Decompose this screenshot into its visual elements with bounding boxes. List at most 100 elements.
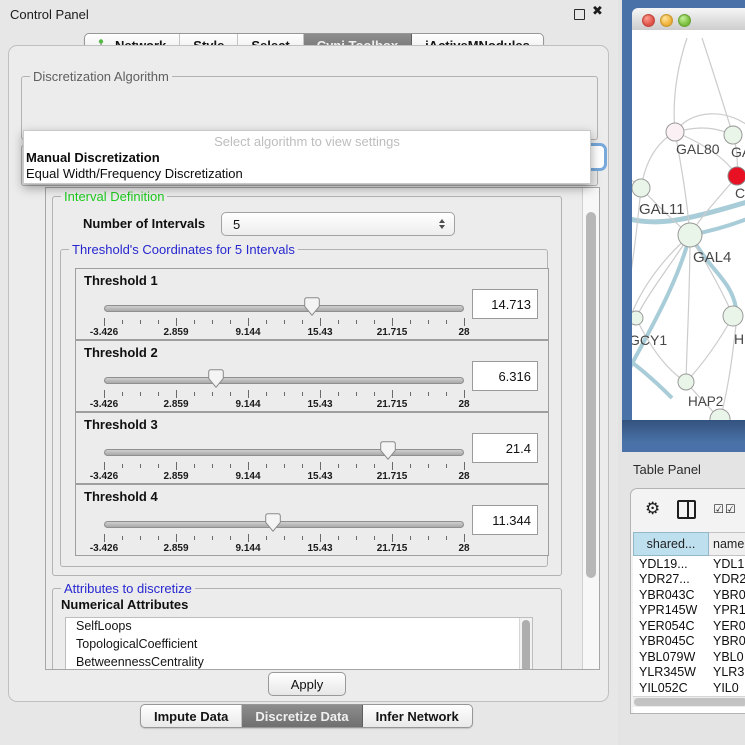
table-row[interactable]: YBR043C YBR0 <box>633 587 745 603</box>
tick-mark <box>356 536 357 540</box>
attributes-scrollbar[interactable] <box>519 618 532 670</box>
cell-name[interactable]: YPR1 <box>709 603 745 617</box>
node-gal4[interactable] <box>678 223 702 247</box>
select-checks[interactable]: ☑ ☑ <box>713 502 736 516</box>
cell-name[interactable]: YDL1 <box>709 557 745 571</box>
columns-icon[interactable] <box>677 500 696 519</box>
table-row[interactable]: YER054C YER0 <box>633 618 745 634</box>
checkbox-icon[interactable]: ☑ <box>725 502 736 516</box>
tick-mark <box>194 464 195 468</box>
attribute-list-item[interactable]: SelfLoops <box>66 618 532 636</box>
column-header-shared-name[interactable]: shared... <box>633 532 709 556</box>
tick-mark <box>446 536 447 540</box>
close-icon[interactable]: ✖ <box>592 4 603 19</box>
table-rows: YDL19... YDL1 YDR27... YDR2 YBR043C YBR0… <box>633 556 745 713</box>
node-hap2[interactable] <box>678 374 694 390</box>
slider-track[interactable] <box>104 377 464 384</box>
cell-name[interactable]: YIL0 <box>709 681 745 695</box>
popup-option-manual-discretization[interactable]: Manual Discretization <box>26 150 160 165</box>
slider-thumb[interactable] <box>304 297 320 316</box>
table-row[interactable]: YDL19... YDL1 <box>633 556 745 572</box>
slider-thumb[interactable] <box>208 369 224 388</box>
tab-infer-network[interactable]: Infer Network <box>363 705 472 727</box>
apply-button[interactable]: Apply <box>268 672 346 696</box>
table-row[interactable]: YDR27... YDR2 <box>633 572 745 588</box>
settings-scrollbar-thumb[interactable] <box>586 212 596 578</box>
cell-shared-name[interactable]: YPR145W <box>633 603 709 617</box>
cell-shared-name[interactable]: YBR043C <box>633 588 709 602</box>
table-hscrollbar-thumb[interactable] <box>634 698 745 706</box>
tick-mark <box>212 536 213 540</box>
network-canvas[interactable]: GAL80 GA C GAL11 GAL4 GCY1 H HAP2 <box>632 30 745 420</box>
bottom-tabbar: Impute Data Discretize Data Infer Networ… <box>140 704 473 728</box>
threshold-slider[interactable]: -3.4262.8599.14415.4321.71528 <box>104 435 464 481</box>
column-header-name[interactable]: name <box>709 532 745 556</box>
table-header: shared... name <box>633 532 745 556</box>
tab-impute-data[interactable]: Impute Data <box>141 705 242 727</box>
float-window-icon[interactable] <box>574 9 585 20</box>
slider-track[interactable] <box>104 521 464 528</box>
attributes-scrollbar-thumb[interactable] <box>522 620 530 670</box>
node-gal11[interactable] <box>632 179 650 197</box>
slider-ticks <box>104 318 464 326</box>
table-row[interactable]: YBL079W YBL0 <box>633 649 745 665</box>
node-h[interactable] <box>723 306 743 326</box>
slider-thumb[interactable] <box>380 441 396 460</box>
threshold-value-field[interactable]: 11.344 <box>472 505 538 535</box>
tick-mark <box>320 390 321 398</box>
table-row[interactable]: YPR145W YPR1 <box>633 603 745 619</box>
zoom-traffic-light-icon[interactable] <box>678 14 691 27</box>
threshold-slider[interactable]: -3.4262.8599.14415.4321.71528 <box>104 507 464 553</box>
threshold-value-field[interactable]: 21.4 <box>472 433 538 463</box>
close-traffic-light-icon[interactable] <box>642 14 655 27</box>
slider-track[interactable] <box>104 305 464 312</box>
attribute-list-item[interactable]: BetweennessCentrality <box>66 654 532 670</box>
cell-shared-name[interactable]: YLR345W <box>633 665 709 679</box>
cell-shared-name[interactable]: YDR27... <box>633 572 709 586</box>
cell-name[interactable]: YBR0 <box>709 634 745 648</box>
table-row[interactable]: YBR045C YBR0 <box>633 634 745 650</box>
cell-name[interactable]: YBR0 <box>709 588 745 602</box>
tick-mark <box>338 536 339 540</box>
table-row[interactable]: YLR345W YLR3 <box>633 665 745 681</box>
label-h: H <box>734 331 744 347</box>
checkbox-icon[interactable]: ☑ <box>713 502 724 516</box>
popup-option-equal-width-frequency[interactable]: Equal Width/Frequency Discretization <box>26 166 243 181</box>
threshold-value-field[interactable]: 14.713 <box>472 289 538 319</box>
slider-track[interactable] <box>104 449 464 456</box>
cell-name[interactable]: YLR3 <box>709 665 745 679</box>
cell-name[interactable]: YBL0 <box>709 650 745 664</box>
combo-stepper-icon <box>439 219 445 229</box>
settings-scrollbar[interactable] <box>582 188 599 669</box>
cell-shared-name[interactable]: YBR045C <box>633 634 709 648</box>
tick-mark <box>266 536 267 540</box>
num-intervals-combobox[interactable]: 5 <box>221 212 455 236</box>
tick-mark <box>392 462 393 470</box>
node-red-selected[interactable] <box>728 167 745 185</box>
cell-shared-name[interactable]: YBL079W <box>633 650 709 664</box>
slider-thumb[interactable] <box>265 513 281 532</box>
gear-icon[interactable]: ⚙ <box>645 501 660 518</box>
cell-shared-name[interactable]: YDL19... <box>633 557 709 571</box>
slider-tick-labels: -3.4262.8599.14415.4321.71528 <box>104 327 464 338</box>
threshold-slider[interactable]: -3.4262.8599.14415.4321.71528 <box>104 291 464 337</box>
attribute-list-item[interactable]: TopologicalCoefficient <box>66 636 532 654</box>
tab-discretize-data[interactable]: Discretize Data <box>242 705 362 727</box>
cell-name[interactable]: YDR2 <box>709 572 745 586</box>
network-window-titlebar[interactable] <box>632 8 745 31</box>
cell-name[interactable]: YER0 <box>709 619 745 633</box>
node-gal80[interactable] <box>666 123 684 141</box>
threshold-slider[interactable]: -3.4262.8599.14415.4321.71528 <box>104 363 464 409</box>
node-ga[interactable] <box>724 126 742 144</box>
cell-shared-name[interactable]: YIL052C <box>633 681 709 695</box>
table-hscrollbar[interactable] <box>633 696 745 707</box>
interval-definition-title: Interval Definition <box>61 189 167 204</box>
cell-shared-name[interactable]: YER054C <box>633 619 709 633</box>
threshold-value-field[interactable]: 6.316 <box>472 361 538 391</box>
numerical-attributes-list[interactable]: SelfLoops TopologicalCoefficient Between… <box>65 617 533 670</box>
minimize-traffic-light-icon[interactable] <box>660 14 673 27</box>
tick-mark <box>464 462 465 470</box>
node-gcy1[interactable] <box>632 311 643 325</box>
cyni-toolbox-panel: Discretization Algorithm Table Data galF… <box>8 45 609 702</box>
table-row[interactable]: YIL052C YIL0 <box>633 680 745 696</box>
